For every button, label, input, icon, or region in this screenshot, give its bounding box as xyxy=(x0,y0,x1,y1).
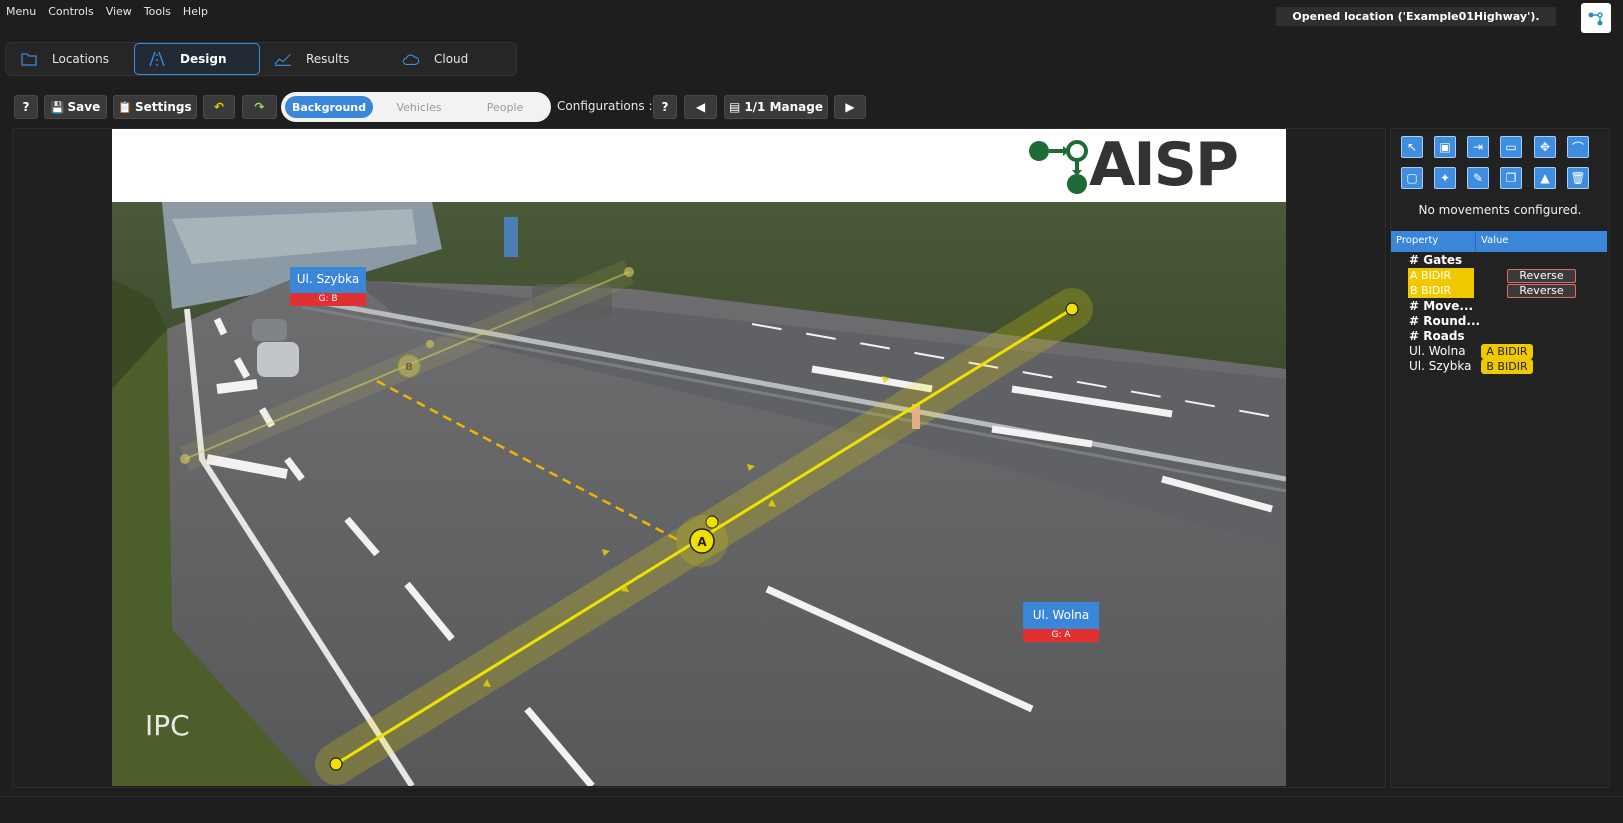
roundabouts-section[interactable]: # Round... xyxy=(1409,314,1480,328)
target-icon[interactable]: ✥ xyxy=(1534,136,1556,158)
tab-label: Locations xyxy=(52,52,110,66)
camera-watermark: IPC xyxy=(145,709,190,742)
mountain-icon[interactable]: ▲ xyxy=(1534,167,1556,189)
manage-config-button[interactable]: ▤ 1/1 Manage xyxy=(724,95,828,119)
redo-icon: ↷ xyxy=(254,100,265,114)
reverse-gate-a-button[interactable]: Reverse xyxy=(1507,269,1576,283)
cloud-icon xyxy=(402,51,420,67)
aisp-logo: AISP xyxy=(1027,130,1267,200)
scene-drawing: IPC A B xyxy=(112,129,1286,786)
menu-item-help[interactable]: Help xyxy=(177,0,214,24)
next-config-button[interactable]: ▶ xyxy=(834,95,866,119)
select-icon[interactable]: ↖ xyxy=(1401,136,1423,158)
menu-item-view[interactable]: View xyxy=(100,0,138,24)
gate-b-entry[interactable]: B BIDIR xyxy=(1408,283,1474,298)
tab-results[interactable]: Results xyxy=(274,43,384,75)
help-button[interactable]: ? xyxy=(14,95,38,119)
tab-label: Results xyxy=(306,52,350,66)
gates-section[interactable]: # Gates xyxy=(1409,253,1462,267)
export-icon[interactable]: ⇥ xyxy=(1467,136,1489,158)
save-label: Save xyxy=(67,100,101,114)
copy-icon[interactable]: ❐ xyxy=(1500,167,1522,189)
curve-icon[interactable]: ⌒ xyxy=(1567,136,1589,158)
arrow-left-icon: ◀ xyxy=(695,100,706,114)
tab-label: Cloud xyxy=(434,52,469,66)
mode-background[interactable]: Background xyxy=(285,96,373,118)
road-name: Ul. Szybka xyxy=(290,267,366,293)
road-icon xyxy=(148,51,166,67)
mode-people[interactable]: People xyxy=(465,96,545,118)
chart-icon xyxy=(274,51,292,67)
aisp-logo-icon xyxy=(1029,140,1088,194)
design-toolbar: ? 💾 Save 📋 Settings ↶ ↷ Background Vehic… xyxy=(0,90,1623,122)
status-message: Opened location ('Example01Highway'). xyxy=(1276,7,1556,26)
aisp-logo-text: AISP xyxy=(1089,130,1239,200)
value-column-header: Value xyxy=(1481,235,1509,246)
road-wolna-gate[interactable]: A BIDIR xyxy=(1481,344,1533,359)
undo-button[interactable]: ↶ xyxy=(203,95,235,119)
save-icon[interactable]: ▭ xyxy=(1500,136,1522,158)
app-logo-icon xyxy=(1588,12,1603,26)
menu-item-tools[interactable]: Tools xyxy=(138,0,177,24)
region-icon[interactable]: ▢ xyxy=(1401,167,1423,189)
save-icon: 💾 xyxy=(50,100,65,114)
mode-selector: Background Vehicles People xyxy=(281,92,551,122)
tab-cloud[interactable]: Cloud xyxy=(402,43,512,75)
gate-b-marker: B xyxy=(405,362,413,373)
road-label-szybka[interactable]: Ul. Szybka G: B xyxy=(290,267,366,306)
main-tabs: Locations Design Results Cloud xyxy=(5,42,517,76)
menu-item-menu[interactable]: Menu xyxy=(0,0,42,24)
configurations-label: Configurations : xyxy=(557,99,653,113)
eraser-icon[interactable]: ✎ xyxy=(1467,167,1489,189)
settings-label: Settings xyxy=(135,100,192,114)
road-name: Ul. Wolna xyxy=(1023,602,1099,629)
config-help-button[interactable]: ? xyxy=(653,95,677,119)
road-gate: G: B xyxy=(290,293,366,306)
roads-section[interactable]: # Roads xyxy=(1409,329,1465,343)
road-label-wolna[interactable]: Ul. Wolna G: A xyxy=(1023,602,1099,642)
add-gate-icon[interactable]: ▣ xyxy=(1434,136,1456,158)
reverse-gate-b-button[interactable]: Reverse xyxy=(1507,284,1576,298)
properties-table-header: Property Value xyxy=(1391,231,1607,252)
menu-item-controls[interactable]: Controls xyxy=(42,0,100,24)
gate-a-entry[interactable]: A BIDIR xyxy=(1408,268,1474,283)
delete-icon[interactable]: 🗑 xyxy=(1567,167,1589,189)
arrow-right-icon: ▶ xyxy=(845,100,855,114)
document-icon: ▤ xyxy=(728,100,741,114)
clipboard-icon: 📋 xyxy=(118,100,133,114)
folder-icon xyxy=(20,51,38,67)
manage-label: 1/1 Manage xyxy=(744,100,823,114)
road-wolna-entry[interactable]: Ul. Wolna xyxy=(1409,344,1466,358)
no-movements-message: No movements configured. xyxy=(1418,203,1582,217)
road-gate: G: A xyxy=(1023,629,1099,642)
road-szybka-entry[interactable]: Ul. Szybka xyxy=(1409,359,1471,373)
prev-config-button[interactable]: ◀ xyxy=(684,95,717,119)
magic-wand-icon[interactable]: ✦ xyxy=(1434,167,1456,189)
road-szybka-gate[interactable]: B BIDIR xyxy=(1481,359,1533,374)
tab-locations[interactable]: Locations xyxy=(20,43,130,75)
properties-panel xyxy=(1390,128,1610,788)
movements-section[interactable]: # Move... xyxy=(1409,299,1473,313)
mode-vehicles[interactable]: Vehicles xyxy=(379,96,459,118)
settings-button[interactable]: 📋 Settings xyxy=(113,95,197,119)
save-button[interactable]: 💾 Save xyxy=(44,95,107,119)
redo-button[interactable]: ↷ xyxy=(242,95,277,119)
property-column-header: Property xyxy=(1396,235,1439,246)
gate-a-marker: A xyxy=(697,535,707,549)
status-divider xyxy=(0,796,1623,797)
undo-icon: ↶ xyxy=(213,100,225,114)
tab-label: Design xyxy=(180,52,227,66)
video-canvas[interactable]: IPC A B AISP Ul. Szybka G: B Ul. Wolna G… xyxy=(112,129,1286,786)
app-logo-button[interactable] xyxy=(1581,3,1611,33)
tab-design[interactable]: Design xyxy=(134,43,260,75)
